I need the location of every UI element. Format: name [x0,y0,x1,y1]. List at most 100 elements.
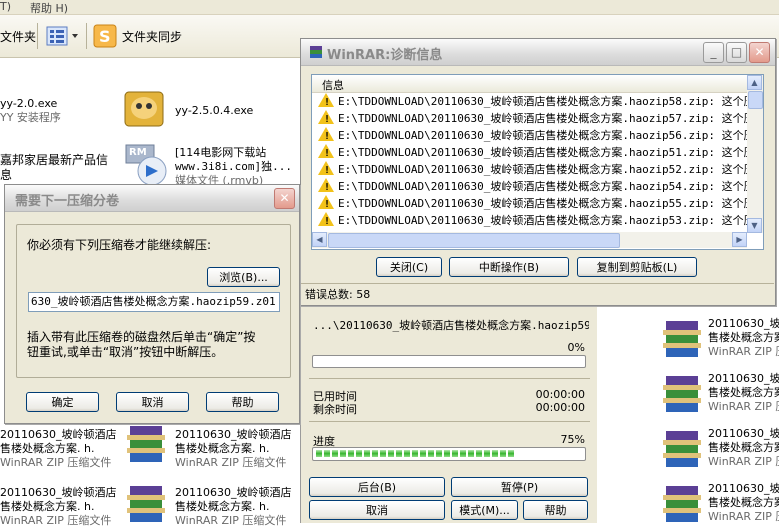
browse-button[interactable]: 浏览(B)... [207,267,280,287]
progress-segment [428,450,434,457]
diagnostic-row[interactable]: E:\TDDOWNLOAD\20110630_坡岭顿酒店售楼处概念方案.haoz… [312,195,747,213]
scroll-right-arrow-icon[interactable]: ▶ [732,232,747,247]
pause-button[interactable]: 暂停(P) [451,477,588,497]
diagnostic-window: WinRAR:诊断信息 _ □ ✕ 信息 E:\TDDOWNLOAD\20110… [300,38,776,306]
warning-icon [318,195,334,213]
list-rows: E:\TDDOWNLOAD\20110630_坡岭顿酒店售楼处概念方案.haoz… [312,93,747,231]
scroll-left-arrow-icon[interactable]: ◀ [312,232,327,247]
cancel-extraction-button[interactable]: 取消 [309,500,445,520]
diagnostic-row-text: E:\TDDOWNLOAD\20110630_坡岭顿酒店售楼处概念方案.haoz… [338,146,747,159]
help-label: 帮助 [231,396,254,409]
diagnostic-row-text: E:\TDDOWNLOAD\20110630_坡岭顿酒店售楼处概念方案.haoz… [338,95,747,108]
file-name-cont: 售楼处概念方案. h. [0,500,95,513]
file-rmvb[interactable]: [114电影网下载站 www.3i8i.com]独... 媒体文件 (.rmvb… [175,146,292,188]
copy-label: 复制到剪贴板(L) [596,261,678,274]
winrar-archive-icon [663,321,701,357]
diagnostic-row[interactable]: E:\TDDOWNLOAD\20110630_坡岭顿酒店售楼处概念方案.haoz… [312,93,747,111]
warning-icon [318,93,334,111]
diagnostic-row-text: E:\TDDOWNLOAD\20110630_坡岭顿酒店售楼处概念方案.haoz… [338,180,747,193]
file-name-cont: 售楼处概念方案 [708,441,779,454]
close-icon: ✕ [279,191,290,205]
diagnostic-row[interactable]: E:\TDDOWNLOAD\20110630_坡岭顿酒店售楼处概念方案.haoz… [312,144,747,162]
file-name: 20110630_坡岭顿酒店 [175,428,292,441]
progress-segment [364,450,370,457]
file-home-info[interactable]: 嘉邦家居最新产品信 息 [0,153,108,183]
divider [309,378,590,379]
vertical-scroll-thumb[interactable] [748,91,763,109]
cancel-label: 取消 [141,396,164,409]
file-name: 20110630_坡岭顿酒店 [175,486,292,499]
diagnostic-row[interactable]: E:\TDDOWNLOAD\20110630_坡岭顿酒店售楼处概念方案.haoz… [312,127,747,145]
close-icon: ✕ [754,45,765,59]
help-button[interactable]: 帮助 [206,392,279,412]
diag-close-button[interactable]: 关闭(C) [376,257,442,277]
folder-sync-button[interactable]: S 文件夹同步 [93,23,182,49]
diagnostic-titlebar[interactable]: WinRAR:诊断信息 _ □ ✕ [301,39,775,66]
rmvb-media-icon[interactable]: RM [124,143,168,187]
horizontal-scrollbar[interactable]: ◀ ▶ [312,232,747,248]
diagnostic-row-text: E:\TDDOWNLOAD\20110630_坡岭顿酒店售楼处概念方案.haoz… [338,112,747,125]
cancel-label: 取消 [366,504,388,517]
menu-help[interactable]: 帮助 H) [30,0,68,16]
next-volume-titlebar[interactable]: 需要下一压缩分卷 ✕ [5,185,299,212]
file-name-cont: 售楼处概念方案. h. [175,442,270,455]
progress-segment [468,450,474,457]
file-name: yy-2.5.0.4.exe [175,104,254,117]
progress-segment [404,450,410,457]
svg-text:S: S [99,27,111,46]
close-window-button[interactable]: ✕ [749,42,770,63]
vertical-scrollbar[interactable]: ▲ ▼ [747,75,763,233]
diagnostic-row-text: E:\TDDOWNLOAD\20110630_坡岭顿酒店售楼处概念方案.haoz… [338,197,747,210]
help-button[interactable]: 帮助 [523,500,588,520]
diagnostic-row[interactable]: E:\TDDOWNLOAD\20110630_坡岭顿酒店售楼处概念方案.haoz… [312,110,747,128]
progress-segment [444,450,450,457]
maximize-button[interactable]: □ [726,42,747,63]
progress-segment [412,450,418,457]
abort-label: 中断操作(B) [478,261,540,274]
toolbar-separator [37,23,38,49]
background-button[interactable]: 后台(B) [309,477,445,497]
file-yy25[interactable]: yy-2.5.0.4.exe [175,104,253,118]
list-header[interactable]: 信息 [312,75,747,93]
diagnostic-row-text: E:\TDDOWNLOAD\20110630_坡岭顿酒店售楼处概念方案.haoz… [338,163,747,176]
menu-tools[interactable]: T) [0,0,11,13]
file-desc: WinRAR ZIP 压缩文件 [0,514,112,527]
file-desc: WinRAR ZIP 压缩 [708,510,779,523]
abort-operation-button[interactable]: 中断操作(B) [449,257,569,277]
winrar-archive-icon [663,486,701,522]
warning-icon [318,144,334,162]
diagnostic-row[interactable]: E:\TDDOWNLOAD\20110630_坡岭顿酒店售楼处概念方案.haoz… [312,161,747,179]
diagnostic-row[interactable]: E:\TDDOWNLOAD\20110630_坡岭顿酒店售楼处概念方案.haoz… [312,212,747,230]
diagnostic-list[interactable]: 信息 E:\TDDOWNLOAD\20110630_坡岭顿酒店售楼处概念方案.h… [311,74,764,250]
scroll-up-arrow-icon[interactable]: ▲ [747,75,762,90]
progress-segment [460,450,466,457]
minimize-button[interactable]: _ [703,42,724,63]
winrar-app-icon [310,46,322,58]
diagnostic-row[interactable]: E:\TDDOWNLOAD\20110630_坡岭顿酒店售楼处概念方案.haoz… [312,178,747,196]
copy-clipboard-button[interactable]: 复制到剪贴板(L) [577,257,697,277]
winrar-archive-icon [663,376,701,412]
mode-button[interactable]: 模式(M)... [451,500,518,520]
minimize-icon: _ [710,45,717,59]
file-yy2[interactable]: yy-2.0.exe YY 安装程序 [0,97,61,125]
menu-bar: T) 帮助 H) [0,0,779,15]
file-name-cont: 息 [0,168,13,182]
cancel-button[interactable]: 取消 [116,392,189,412]
close-dialog-button[interactable]: ✕ [274,188,295,209]
volume-path-input[interactable]: 630_坡岭顿酒店售楼处概念方案.haozip59.z01 [28,292,280,312]
progress-segment [372,450,378,457]
horizontal-scroll-thumb[interactable] [328,233,620,248]
ok-button[interactable]: 确定 [26,392,99,412]
scroll-down-arrow-icon[interactable]: ▼ [747,218,762,233]
current-file-path: ...\20110630_坡岭顿酒店售楼处概念方案.haozip59 [313,319,589,332]
elapsed-value: 00:00:00 [535,388,585,401]
error-total: 错误总数: 58 [305,288,371,301]
folders-button[interactable]: 文件夹 [0,23,36,49]
close-label: 关闭(C) [389,261,429,274]
views-button[interactable] [46,23,82,49]
file-name-cont: 售楼处概念方案 [708,496,779,509]
progress-segment [396,450,402,457]
file-desc: WinRAR ZIP 压缩文件 [175,456,287,469]
views-icon [46,26,78,46]
yy-installer-icon[interactable] [122,86,166,130]
